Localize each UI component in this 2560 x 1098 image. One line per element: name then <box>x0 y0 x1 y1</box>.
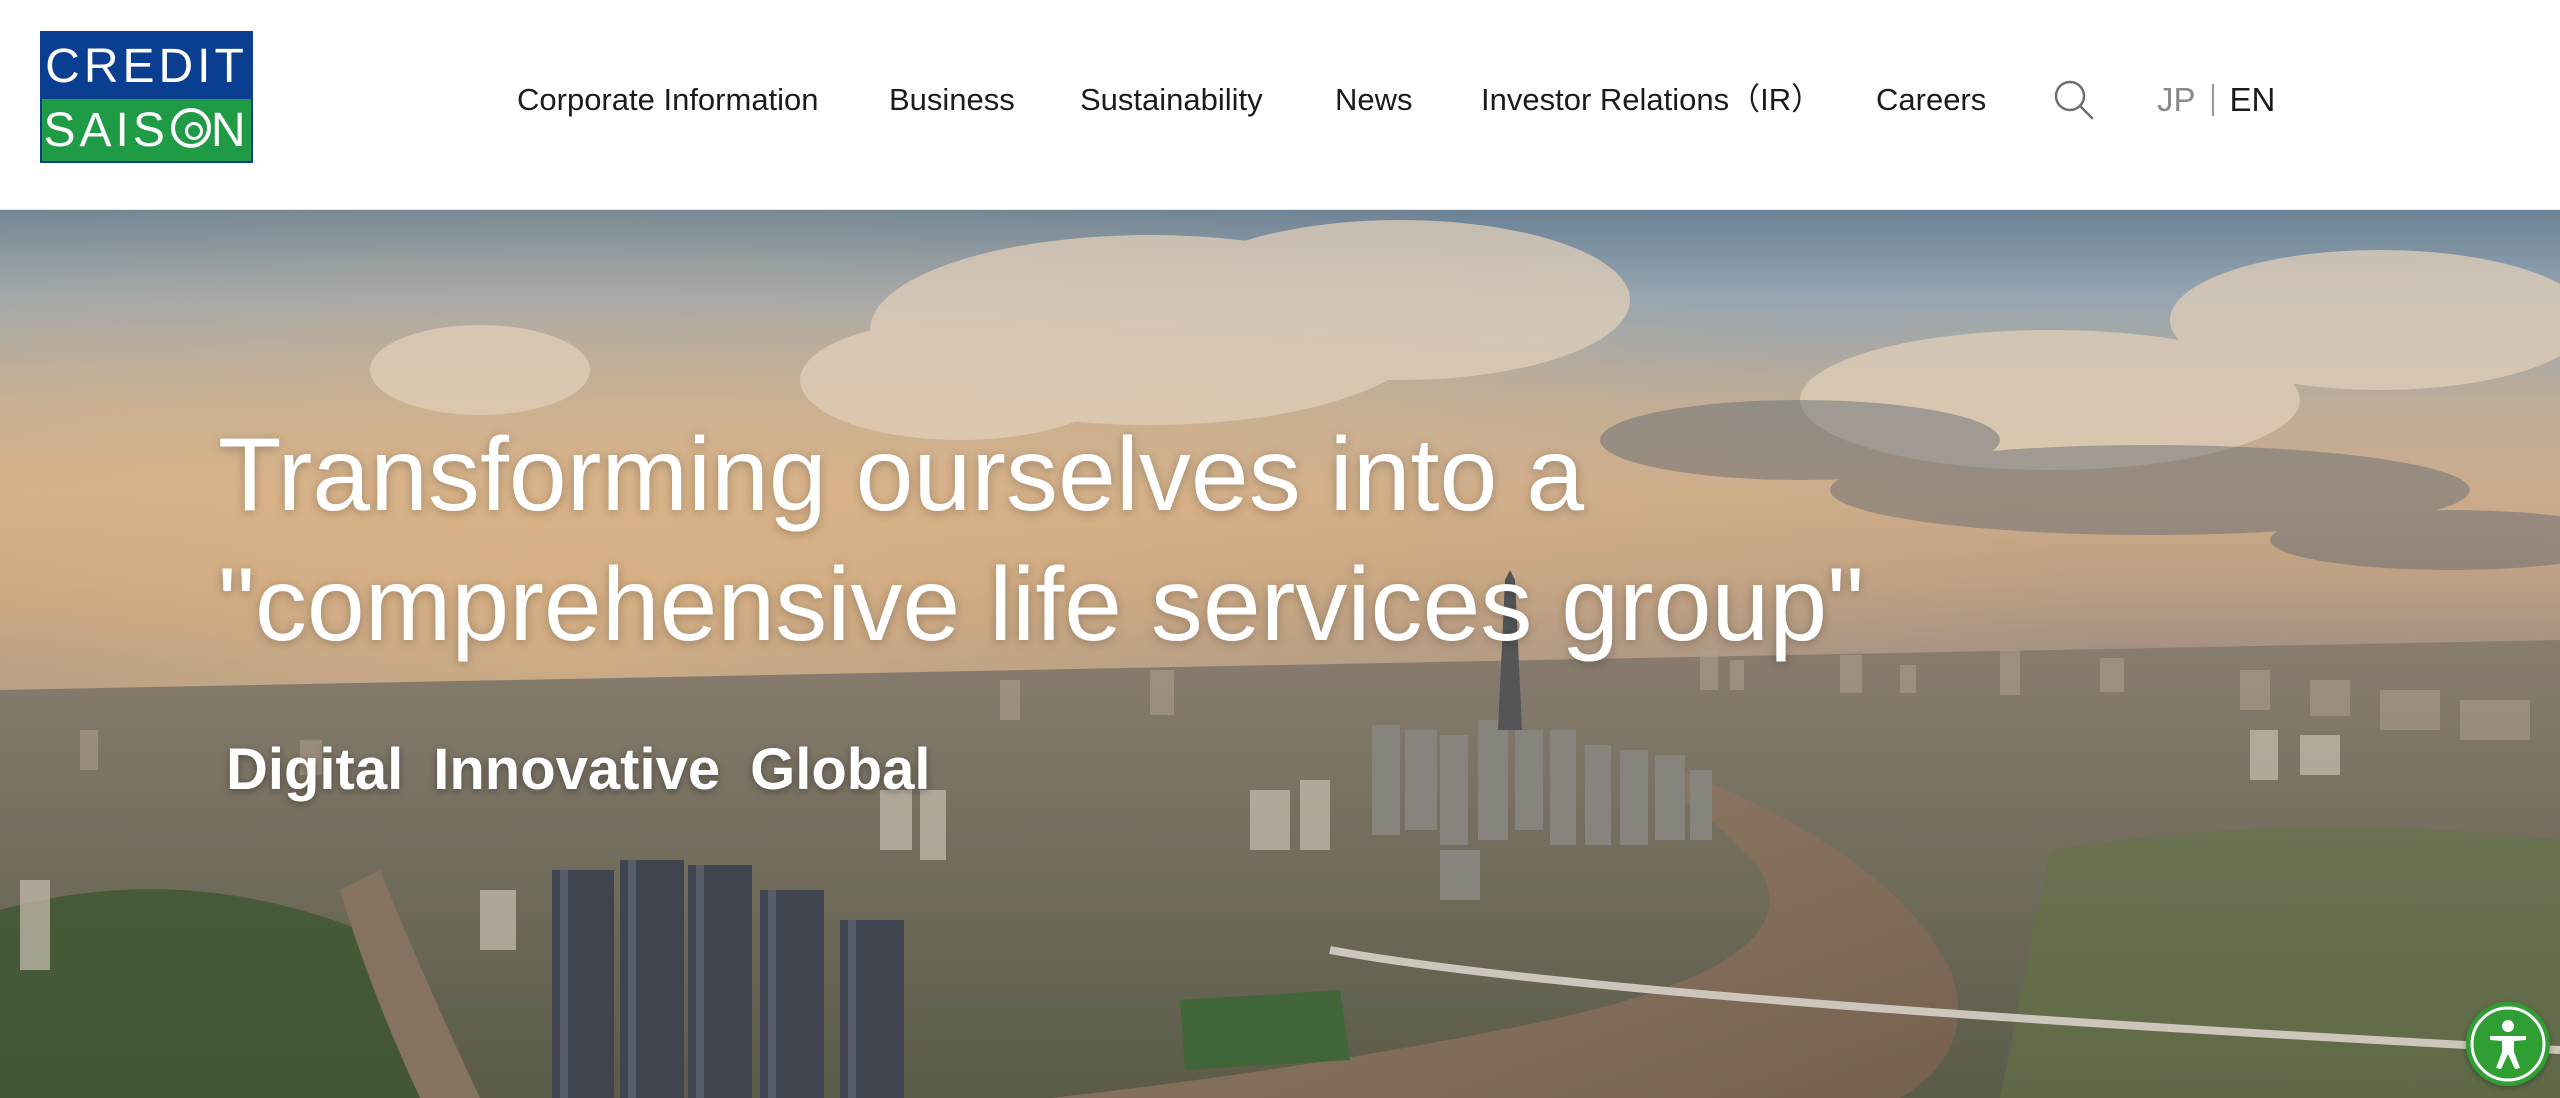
nav-item-business[interactable]: Business <box>889 74 1015 126</box>
hero-headline-line-2: "comprehensive life services group" <box>218 547 1865 663</box>
tag-global: Global <box>750 737 931 802</box>
accessibility-icon <box>2470 1006 2546 1082</box>
nav-item-corporate-information[interactable]: Corporate Information <box>517 74 819 126</box>
tag-innovative: Innovative <box>433 737 721 802</box>
nav-item-sustainability[interactable]: Sustainability <box>1080 74 1263 126</box>
hero-banner: Transforming ourselves into a "comprehen… <box>0 210 2560 1098</box>
language-switcher: JP EN <box>2157 74 2275 126</box>
search-icon <box>2054 80 2094 120</box>
nav-item-investor-relations[interactable]: Investor Relations（IR） <box>1481 74 1822 126</box>
nav-item-news[interactable]: News <box>1335 74 1413 126</box>
accessibility-button[interactable] <box>2466 1002 2550 1086</box>
lang-en-link[interactable]: EN <box>2230 81 2276 119</box>
tag-digital: Digital <box>226 737 404 802</box>
nav-item-careers[interactable]: Careers <box>1876 74 1986 126</box>
hero-tagline: Digital Innovative Global <box>226 736 931 803</box>
site-header: CREDIT SAIS N Corporate Information Busi… <box>0 0 2560 210</box>
hero-headline: Transforming ourselves into a "comprehen… <box>218 410 1918 670</box>
lang-divider <box>2211 84 2214 116</box>
hero-headline-line-1: Transforming ourselves into a <box>218 417 1585 533</box>
search-button[interactable] <box>2052 78 2096 122</box>
lang-jp-link[interactable]: JP <box>2157 81 2196 119</box>
